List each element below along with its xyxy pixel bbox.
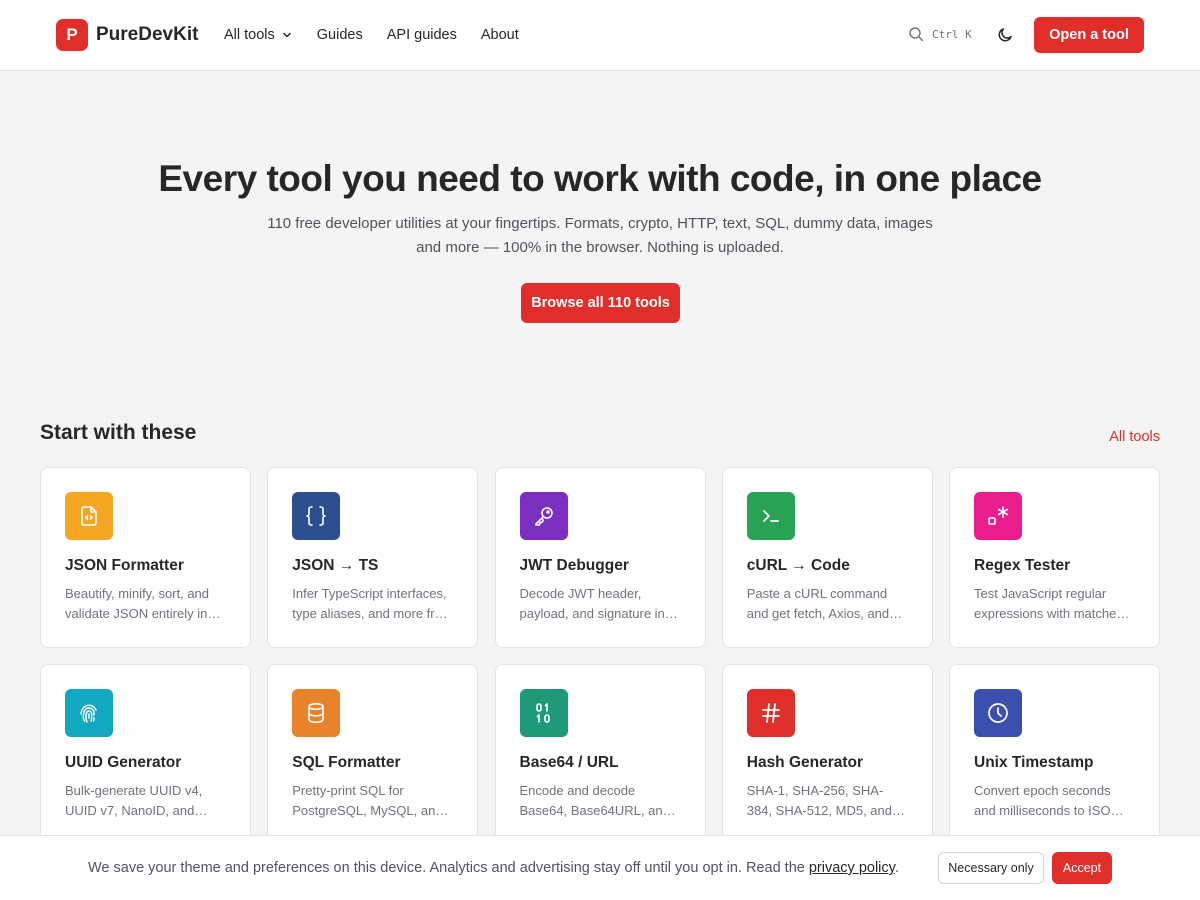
privacy-policy-link[interactable]: privacy policy [809, 860, 895, 876]
tool-icon-tile [746, 492, 795, 540]
tool-title: Base64 / URL [519, 754, 619, 771]
nav-guides[interactable]: Guides [317, 27, 363, 43]
tool-icon-tile [65, 492, 113, 540]
tool-description: Infer TypeScript interfaces, type aliase… [292, 586, 453, 621]
tool-title: JSON → TS [292, 557, 379, 574]
open-tool-button[interactable]: Open a tool [1034, 17, 1144, 53]
tool-grid: JSON Formatter Beautify, minify, sort, a… [40, 467, 1160, 845]
tool-card-json-to-ts[interactable]: JSON → TS Infer TypeScript interfaces, t… [267, 467, 479, 648]
tool-icon-tile [746, 689, 795, 737]
tool-card-jwt-debugger[interactable]: JWT Debugger Decode JWT header, payload,… [494, 467, 706, 648]
chevron-down-icon [283, 32, 291, 38]
tool-title: JWT Debugger [519, 557, 629, 574]
tool-icon-tile [519, 689, 568, 737]
search-icon [909, 27, 924, 42]
theme-toggle[interactable] [995, 25, 1015, 45]
tool-description: Test JavaScript regular expressions with… [974, 586, 1123, 621]
tool-description: Pretty-print SQL for PostgreSQL, MySQL, … [292, 783, 443, 818]
browse-all-button[interactable]: Browse all 110 tools [521, 283, 680, 323]
tool-title: Unix Timestamp [974, 754, 1094, 771]
all-tools-link[interactable]: All tools [1109, 429, 1160, 445]
clock-icon [988, 703, 1008, 723]
nav-all-tools-label: All tools [224, 27, 275, 43]
terminal-icon [762, 510, 779, 522]
tool-card-json-formatter[interactable]: JSON Formatter Beautify, minify, sort, a… [40, 467, 251, 648]
tool-icon-tile [974, 689, 1022, 737]
regex-icon [988, 506, 1009, 525]
site-header: P PureDevKit All tools Guides API guides… [0, 0, 1200, 71]
tool-title: Regex Tester [974, 557, 1071, 574]
tool-card-sql-formatter[interactable]: SQL Formatter Pretty-print SQL for Postg… [267, 664, 479, 845]
accept-button[interactable]: Accept [1052, 852, 1112, 884]
key-icon [534, 507, 553, 526]
main-nav: All tools Guides API guides About [224, 0, 519, 70]
logo-mark: P [56, 19, 88, 51]
nav-api-guides[interactable]: API guides [387, 27, 457, 43]
tool-description: SHA-1, SHA-256, SHA-384, SHA-512, MD5, a… [746, 783, 892, 818]
tool-title: UUID Generator [65, 754, 182, 771]
tool-card-hash-generator[interactable]: Hash Generator SHA-1, SHA-256, SHA-384, … [721, 664, 933, 845]
tool-description: Convert epoch seconds and milliseconds t… [974, 783, 1111, 818]
binary-icon [535, 703, 550, 723]
file-code-icon [81, 506, 97, 526]
hero-title: Every tool you need to work with code, i… [158, 158, 1042, 199]
section-title: Start with these [40, 421, 197, 444]
tool-title: Hash Generator [746, 754, 864, 771]
hash-icon [761, 703, 780, 723]
search-shortcut: Ctrl K [932, 27, 972, 41]
tool-card-base64-url[interactable]: Base64 / URL Encode and decode Base64, B… [494, 664, 706, 845]
tool-card-unix-timestamp[interactable]: Unix Timestamp Convert epoch seconds and… [949, 664, 1160, 845]
logo-link[interactable]: P PureDevKit [56, 19, 198, 51]
tool-title: JSON Formatter [65, 557, 184, 574]
tool-card-regex-tester[interactable]: Regex Tester Test JavaScript regular exp… [949, 467, 1160, 648]
tool-description: Bulk-generate UUID v4, UUID v7, NanoID, … [65, 783, 203, 818]
hero-subtitle: 110 free developer utilities at your fin… [267, 215, 933, 256]
tool-description: Encode and decode Base64, Base64URL, and… [519, 783, 670, 818]
tool-title: SQL Formatter [292, 754, 401, 771]
nav-all-tools[interactable]: All tools [224, 27, 293, 43]
tool-description: Paste a cURL command and get fetch, Axio… [746, 586, 890, 621]
brand-name: PureDevKit [96, 24, 199, 45]
tool-description: Beautify, minify, sort, and validate JSO… [65, 586, 210, 621]
tool-title: cURL → Code [746, 557, 850, 574]
tool-icon-tile [974, 492, 1022, 540]
cookie-text: We save your theme and preferences on th… [88, 860, 809, 876]
fingerprint-icon [80, 704, 97, 723]
search-trigger[interactable]: Ctrl K [908, 26, 972, 42]
cookie-suffix: . [894, 860, 899, 876]
nav-about[interactable]: About [481, 27, 519, 43]
tool-icon-tile [65, 689, 113, 737]
tool-card-curl-to-code[interactable]: cURL → Code Paste a cURL command and get… [721, 467, 933, 648]
cookie-message: We save your theme and preferences on th… [88, 860, 899, 876]
moon-icon [998, 28, 1012, 42]
cookie-banner: We save your theme and preferences on th… [0, 835, 1200, 900]
tool-icon-tile [292, 492, 341, 540]
database-icon [308, 702, 325, 724]
necessary-only-button[interactable]: Necessary only [938, 852, 1044, 884]
tool-description: Decode JWT header, payload, and signatur… [519, 586, 665, 621]
tool-icon-tile [292, 689, 341, 737]
braces-icon [306, 506, 327, 526]
tool-card-uuid-generator[interactable]: UUID Generator Bulk-generate UUID v4, UU… [40, 664, 251, 845]
tool-icon-tile [519, 492, 568, 540]
